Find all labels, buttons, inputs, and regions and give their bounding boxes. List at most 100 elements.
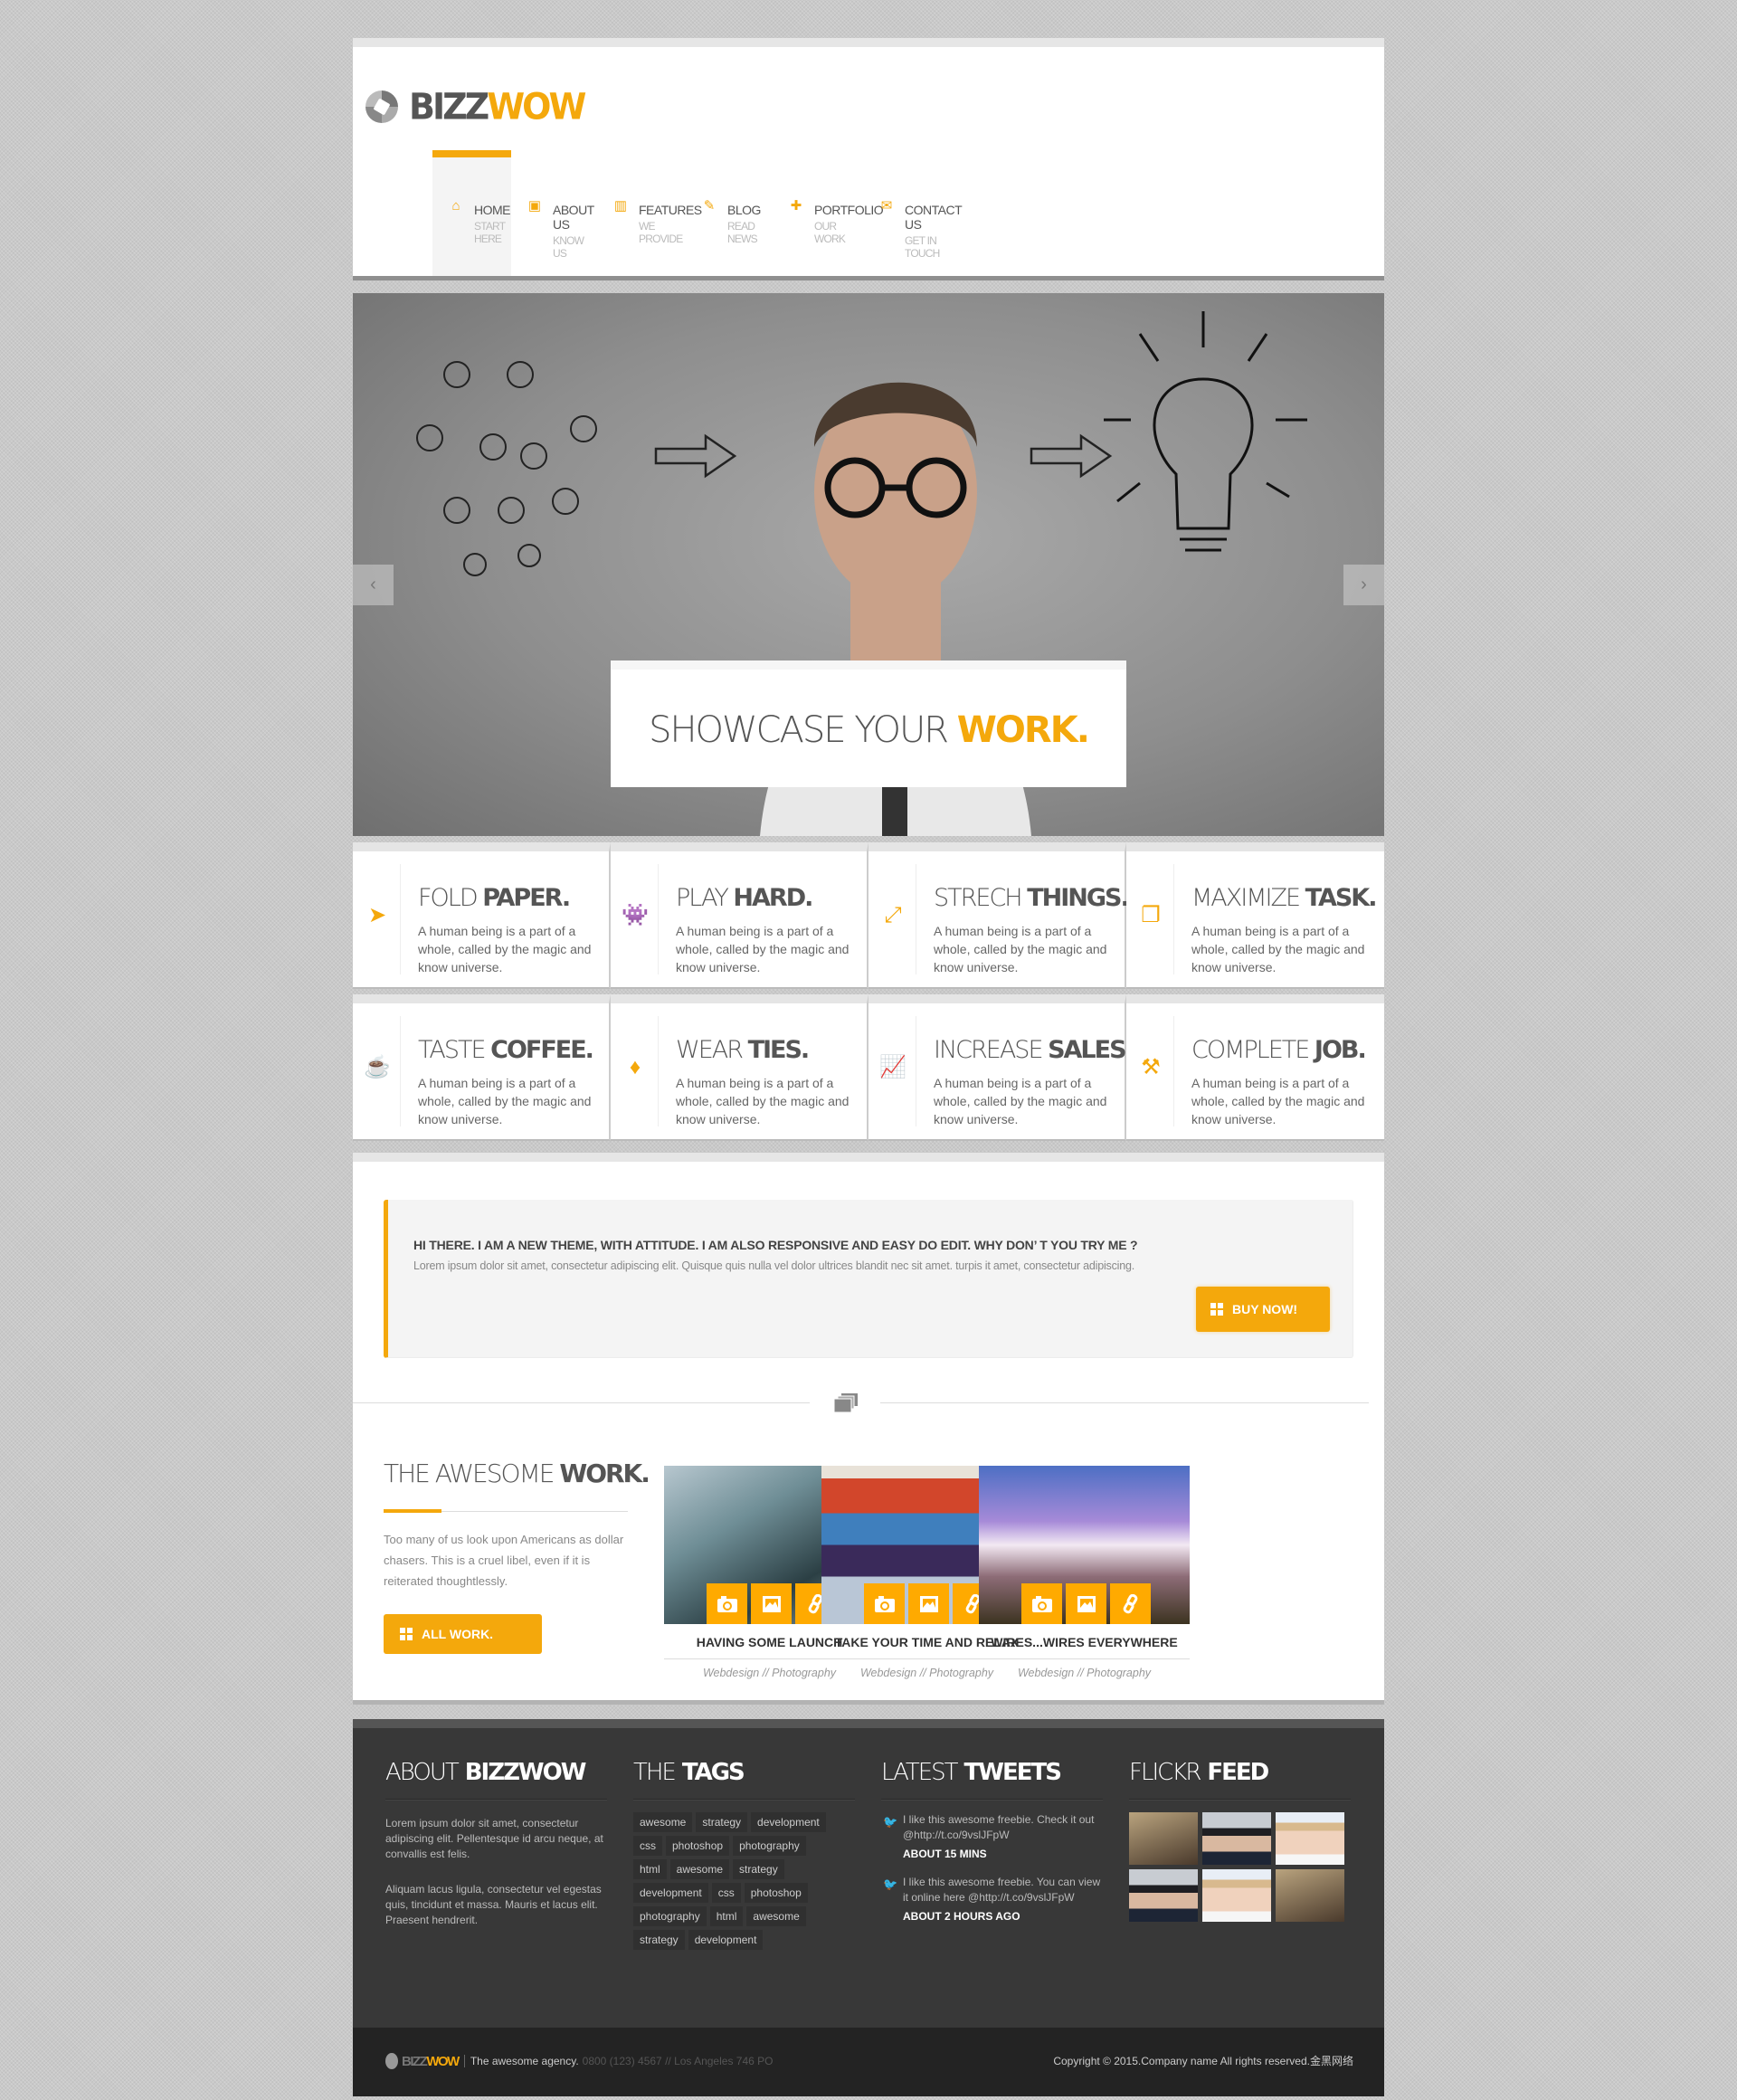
camera-icon[interactable] <box>864 1583 905 1624</box>
tag-link[interactable]: strategy <box>733 1859 784 1879</box>
tag-link[interactable]: css <box>711 1883 741 1903</box>
columns-icon: ▥ <box>613 198 628 214</box>
nav-label: HOME <box>474 203 511 217</box>
divider-line <box>880 1402 1369 1403</box>
about-paragraph: Aliquam lacus ligula, consectetur vel eg… <box>385 1883 602 1926</box>
feature-description: A human being is a part of a whole, call… <box>676 924 850 974</box>
feature-title: MAXIMIZE TASK. <box>1191 884 1377 912</box>
tag-link[interactable]: awesome <box>669 1859 730 1879</box>
flickr-grid <box>1129 1812 1351 1922</box>
image-icon[interactable] <box>751 1583 792 1624</box>
link-icon[interactable] <box>1110 1583 1151 1624</box>
tag-link[interactable]: photoshop <box>744 1883 808 1903</box>
tag-link[interactable]: development <box>633 1883 708 1903</box>
nav-item-blog[interactable]: ✎ BLOG READ NEWS <box>686 150 773 276</box>
tweet-text[interactable]: I like this awesome freebie. Check it ou… <box>903 1813 1094 1841</box>
flickr-photo[interactable] <box>1129 1869 1198 1922</box>
flickr-photo[interactable] <box>1276 1869 1344 1922</box>
space-invader-icon: 👾 <box>622 903 649 927</box>
nav-label: BLOG <box>727 203 761 217</box>
logo-text: BIZZWOW <box>409 85 586 128</box>
feature-box: 👾 PLAY HARD. A human being is a part of a … <box>611 842 868 989</box>
tag-link[interactable]: awesome <box>633 1812 693 1832</box>
site-header: BIZZWOW ⌂ HOME START HERE ▣ ABOUT US KNOW US ▥… <box>353 38 1384 280</box>
briefcase-icon: ✚ <box>790 198 802 214</box>
tweet-time: ABOUT 2 HOURS AGO <box>903 1910 1020 1923</box>
divider-line <box>1173 1016 1174 1126</box>
feature-title: STRECH THINGS. <box>934 884 1130 912</box>
tag-link[interactable]: css <box>633 1836 662 1856</box>
image-icon[interactable] <box>1066 1583 1106 1624</box>
footer-about: ABOUT BIZZWOW Lorem ipsum dolor sit amet,… <box>385 1759 607 1928</box>
feature-box: ❐ MAXIMIZE TASK. A human being is a part o… <box>1126 842 1384 989</box>
portfolio-item: WIRES...WIRES EVERYWHERE Webdesign // Pho… <box>979 1466 1190 1679</box>
edit-icon: ✎ <box>703 198 716 214</box>
nav-item-about-us[interactable]: ▣ ABOUT US KNOW US <box>511 150 597 276</box>
tag-link[interactable]: photoshop <box>666 1836 730 1856</box>
camera-icon[interactable] <box>707 1583 747 1624</box>
tweet-time: ABOUT 15 MINS <box>903 1848 987 1860</box>
resize-icon: ⤢ <box>884 903 902 927</box>
grid-icon <box>400 1628 413 1640</box>
nav-item-contact-us[interactable]: ✉ CONTACT US GET IN TOUCH <box>863 150 963 276</box>
tag-link[interactable]: awesome <box>746 1906 806 1926</box>
tag-link[interactable]: photography <box>733 1836 806 1856</box>
gavel-icon: ⚒ <box>1141 1055 1161 1079</box>
flickr-photo[interactable] <box>1129 1812 1198 1865</box>
tag-link[interactable]: html <box>633 1859 667 1879</box>
flickr-photo[interactable] <box>1202 1869 1271 1922</box>
about-paragraph: Lorem ipsum dolor sit amet, consectetur … <box>385 1817 603 1860</box>
separator <box>463 2055 465 2067</box>
buy-now-button[interactable]: BUY NOW! <box>1196 1287 1330 1332</box>
portfolio-category: Webdesign // Photography <box>1017 1667 1152 1679</box>
stack-icon <box>834 1393 858 1413</box>
all-work-button[interactable]: ALL WORK. <box>384 1614 542 1654</box>
portfolio-title[interactable]: WIRES...WIRES EVERYWHERE <box>979 1635 1190 1659</box>
tag-link[interactable]: html <box>709 1906 744 1926</box>
grid-icon <box>1210 1303 1223 1316</box>
camera-icon[interactable] <box>1021 1583 1062 1624</box>
slider-caption: SHOWCASE YOUR WORK. <box>611 660 1126 787</box>
logo[interactable]: BIZZWOW <box>365 85 586 128</box>
nav-sublabel: KNOW US <box>553 234 584 260</box>
nav-sublabel: READ NEWS <box>727 220 758 245</box>
image-icon[interactable] <box>908 1583 949 1624</box>
feature-description: A human being is a part of a whole, call… <box>418 924 592 974</box>
footer-heading: THE TAGS <box>633 1759 855 1800</box>
portfolio-image[interactable] <box>979 1466 1190 1624</box>
feature-box: ⚒ COMPLETE JOB. A human being is a part of… <box>1126 994 1384 1141</box>
tweet-text[interactable]: I like this awesome freebie. You can vie… <box>903 1876 1100 1904</box>
nav-item-portfolio[interactable]: ✚ PORTFOLIO OUR WORK <box>773 150 884 276</box>
tag-link[interactable]: photography <box>633 1906 707 1926</box>
nav-item-home[interactable]: ⌂ HOME START HERE <box>432 150 511 276</box>
callout-text: Lorem ipsum dolor sit amet, consectetur … <box>413 1259 1134 1272</box>
slider-next-button[interactable]: › <box>1343 565 1384 605</box>
feature-box: ☕ TASTE COFFEE. A human being is a part of… <box>353 994 611 1141</box>
coffee-icon: ☕ <box>364 1055 391 1079</box>
sketch-arrow-left <box>654 433 737 479</box>
footer-flickr: FLICKR FEED <box>1129 1759 1351 1922</box>
content-section: HI THERE. I AM A NEW THEME, WITH ATTITUD… <box>353 1153 1384 1705</box>
sketch-lightbulbs-left <box>416 361 597 576</box>
features-row: ☕ TASTE COFFEE. A human being is a part of… <box>353 994 1384 1141</box>
nav-label: FEATURES <box>639 203 702 217</box>
divider-line <box>1173 864 1174 974</box>
feature-description: A human being is a part of a whole, call… <box>676 1076 850 1126</box>
tag-link[interactable]: development <box>751 1812 826 1832</box>
footer-logo: BIZZWOW The awesome agency. 0800 (123) 4… <box>385 2053 773 2069</box>
tag-link[interactable]: development <box>688 1930 764 1950</box>
flickr-photo[interactable] <box>1202 1812 1271 1865</box>
tag-link[interactable]: strategy <box>633 1930 685 1950</box>
tag-link[interactable]: strategy <box>696 1812 748 1832</box>
logo-aperture-icon <box>385 2053 398 2069</box>
main-nav: ⌂ HOME START HERE ▣ ABOUT US KNOW US ▥ FEATURES… <box>432 150 963 276</box>
feature-box: ♦ WEAR TIES. A human being is a part of a … <box>611 994 868 1141</box>
tie-icon: ♦ <box>629 1055 641 1079</box>
nav-item-features[interactable]: ▥ FEATURES WE PROVIDE <box>597 150 702 276</box>
feature-box: 📈 INCREASE SALES. A human being is a part … <box>868 994 1134 1141</box>
nav-label: PORTFOLIO <box>814 203 884 217</box>
flickr-photo[interactable] <box>1276 1812 1344 1865</box>
footer-tags: THE TAGS awesome strategy development css pho… <box>633 1759 855 1950</box>
slider-prev-button[interactable]: ‹ <box>353 565 394 605</box>
nav-label: ABOUT US <box>553 203 594 232</box>
